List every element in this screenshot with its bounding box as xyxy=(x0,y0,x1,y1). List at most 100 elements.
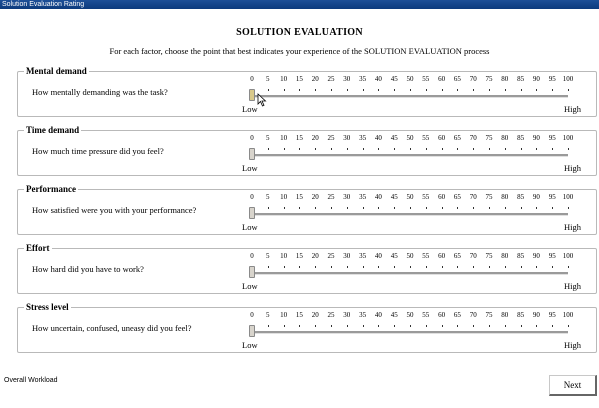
scale-tick-label: 85 xyxy=(517,75,525,83)
factor-question: How hard did you have to work? xyxy=(32,264,144,274)
scale-tick-mark xyxy=(299,148,301,150)
slider-track[interactable] xyxy=(252,331,568,334)
scale-tick-mark xyxy=(425,89,427,91)
scale-tick-label: 0 xyxy=(250,193,254,201)
scale-tick-label: 0 xyxy=(250,134,254,142)
factor-group-performance: Performance How satisfied were you with y… xyxy=(17,183,597,235)
scale-tick-label: 40 xyxy=(374,75,382,83)
next-button[interactable]: Next xyxy=(549,375,597,396)
scale-tick-mark xyxy=(346,207,348,209)
scale-tick-mark xyxy=(425,207,427,209)
slider-thumb[interactable] xyxy=(249,266,255,278)
scale-tick-mark xyxy=(299,89,301,91)
high-label: High xyxy=(564,163,581,173)
title-bar: Solution Evaluation Rating xyxy=(0,0,599,9)
scale-tick-mark xyxy=(394,266,396,268)
scale-tick-mark xyxy=(457,89,459,91)
scale-tick-label: 90 xyxy=(532,75,540,83)
scale-tick-label: 5 xyxy=(266,311,270,319)
scale-tick-mark xyxy=(536,266,538,268)
scale-tick-label: 95 xyxy=(548,134,556,142)
scale-tick-mark xyxy=(473,325,475,327)
scale-tick-label: 35 xyxy=(359,311,367,319)
scale-tick-label: 40 xyxy=(374,134,382,142)
factor-title: Effort xyxy=(24,242,52,254)
scale-tick-mark xyxy=(362,325,364,327)
scale-tick-label: 40 xyxy=(374,193,382,201)
overall-workload-label: Overall Workload xyxy=(4,377,58,384)
scale-tick-mark xyxy=(346,148,348,150)
scale-tick-label: 5 xyxy=(266,252,270,260)
scale-tick-mark xyxy=(568,89,569,91)
scale-tick-mark xyxy=(410,325,411,327)
scale-tick-label: 75 xyxy=(485,193,493,201)
scale-tick-label: 95 xyxy=(548,311,556,319)
scale-tick-mark xyxy=(520,89,522,91)
scale-tick-label: 85 xyxy=(517,193,525,201)
slider-track[interactable] xyxy=(252,95,568,98)
slider-track[interactable] xyxy=(252,213,568,216)
scale-tick-label: 85 xyxy=(517,252,525,260)
scale-tick-mark xyxy=(378,325,380,327)
slider-thumb[interactable] xyxy=(249,325,255,337)
scale-tick-mark xyxy=(552,148,554,150)
scale-tick-label: 20 xyxy=(311,193,319,201)
scale-tick-label: 60 xyxy=(438,75,446,83)
scale-tick-label: 75 xyxy=(485,75,493,83)
scale-tick-mark xyxy=(504,266,506,268)
scale-tick-mark xyxy=(504,148,506,150)
scale-tick-mark xyxy=(331,325,332,327)
scale-tick-mark xyxy=(299,207,301,209)
slider-track[interactable] xyxy=(252,154,568,157)
scale-tick-label: 90 xyxy=(532,193,540,201)
scale-tick-label: 40 xyxy=(374,252,382,260)
scale-tick-label: 100 xyxy=(562,193,574,201)
scale-tick-label: 65 xyxy=(453,75,461,83)
scale-tick-mark xyxy=(520,207,522,209)
scale-tick-mark xyxy=(378,89,380,91)
low-label: Low xyxy=(242,104,258,114)
scale-tick-label: 75 xyxy=(485,311,493,319)
mouse-pointer-icon xyxy=(257,93,267,107)
slider-thumb[interactable] xyxy=(249,148,255,160)
scale-tick-label: 35 xyxy=(359,193,367,201)
scale-tick-label: 20 xyxy=(311,134,319,142)
scale-tick-mark xyxy=(536,325,538,327)
scale-tick-label: 50 xyxy=(406,311,414,319)
slider-thumb[interactable] xyxy=(249,207,255,219)
scale-tick-label: 60 xyxy=(438,193,446,201)
factor-title: Stress level xyxy=(24,301,71,313)
scale-tick-mark xyxy=(520,148,522,150)
scale-tick-mark xyxy=(441,266,443,268)
window-title: Solution Evaluation Rating xyxy=(2,1,85,8)
scale-tick-mark xyxy=(552,207,554,209)
scale-tick-mark xyxy=(568,266,569,268)
scale-tick-label: 85 xyxy=(517,311,525,319)
slider-track[interactable] xyxy=(252,272,568,275)
scale-tick-mark xyxy=(441,325,443,327)
scale-tick-label: 85 xyxy=(517,134,525,142)
scale-tick-mark xyxy=(267,325,269,327)
scale-tick-mark xyxy=(457,148,459,150)
scale-tick-mark xyxy=(378,148,380,150)
factor-group-time-demand: Time demand How much time pressure did yo… xyxy=(17,124,597,176)
scale-tick-label: 25 xyxy=(327,75,335,83)
scale-tick-mark xyxy=(425,148,427,150)
slider-thumb[interactable] xyxy=(249,89,267,107)
scale-tick-mark xyxy=(346,266,348,268)
scale-tick-label: 70 xyxy=(469,134,477,142)
scale-tick-label: 55 xyxy=(422,134,430,142)
scale-tick-label: 25 xyxy=(327,193,335,201)
scale-tick-mark xyxy=(267,266,269,268)
scale-tick-label: 15 xyxy=(295,252,303,260)
high-label: High xyxy=(564,104,581,114)
scale-tick-label: 80 xyxy=(501,193,509,201)
scale-tick-label: 35 xyxy=(359,75,367,83)
low-label: Low xyxy=(242,222,258,232)
scale-tick-mark xyxy=(283,89,285,91)
scale-tick-mark xyxy=(331,207,332,209)
low-label: Low xyxy=(242,281,258,291)
scale-tick-mark xyxy=(315,266,317,268)
scale-tick-mark xyxy=(267,89,269,91)
low-label: Low xyxy=(242,163,258,173)
